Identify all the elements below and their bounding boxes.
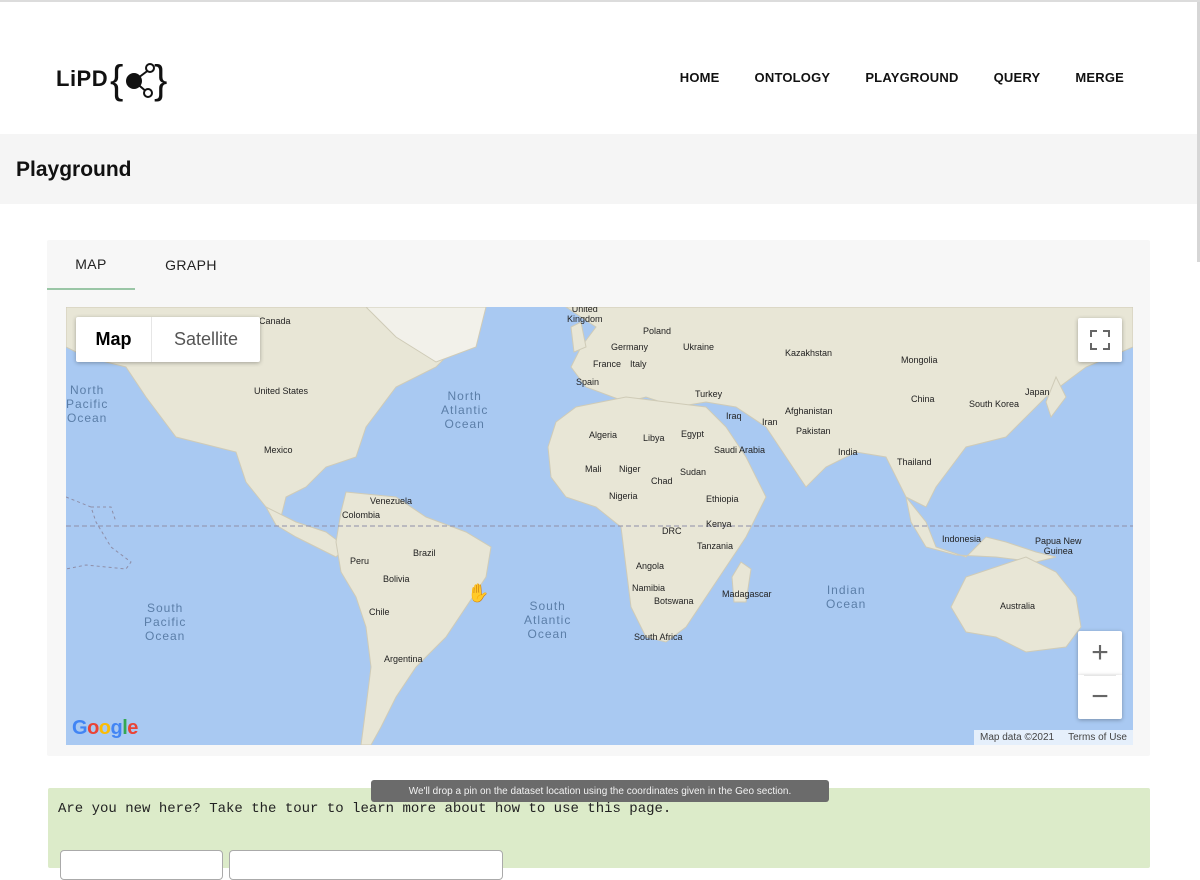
tab-map[interactable]: MAP — [47, 240, 135, 290]
label-venezuela: Venezuela — [370, 496, 413, 506]
label-poland: Poland — [643, 326, 672, 336]
svg-text:{: { — [110, 58, 123, 102]
label-india: India — [838, 447, 858, 457]
main-nav: HOME ONTOLOGY PLAYGROUND QUERY MERGE — [680, 70, 1124, 85]
label-italy: Italy — [630, 359, 647, 369]
label-turkey: Turkey — [695, 389, 723, 399]
label-papua-new-guinea: Papua New Guinea — [1035, 536, 1082, 556]
nav-playground[interactable]: PLAYGROUND — [865, 70, 958, 85]
nav-query[interactable]: QUERY — [994, 70, 1041, 85]
nav-merge[interactable]: MERGE — [1075, 70, 1124, 85]
label-tanzania: Tanzania — [697, 541, 734, 551]
google-logo[interactable]: Google — [72, 717, 138, 740]
label-angola: Angola — [636, 561, 665, 571]
tour-button-2[interactable] — [229, 850, 503, 880]
label-mongolia: Mongolia — [901, 355, 938, 365]
fullscreen-button[interactable] — [1078, 318, 1122, 362]
label-south-atlantic: South Atlantic Ocean — [524, 599, 572, 641]
label-bolivia: Bolivia — [383, 574, 410, 584]
label-iraq: Iraq — [726, 411, 742, 421]
label-japan: Japan — [1025, 387, 1050, 397]
label-united-states: United States — [254, 386, 309, 396]
logo-text: LiPD — [56, 66, 109, 91]
label-afghanistan: Afghanistan — [785, 406, 833, 416]
label-canada: Canada — [259, 316, 291, 326]
page-title-band: Playground — [0, 134, 1200, 204]
fullscreen-icon — [1090, 330, 1110, 350]
label-china: China — [911, 394, 935, 404]
label-united-kingdom: United Kingdom — [567, 307, 603, 324]
map-view-button[interactable]: Map — [76, 317, 152, 362]
world-map[interactable]: North Pacific Ocean North Atlantic Ocean… — [66, 307, 1133, 745]
label-thailand: Thailand — [897, 457, 932, 467]
molecule-braces-icon: { } — [110, 58, 167, 102]
label-iran: Iran — [762, 417, 778, 427]
label-nigeria: Nigeria — [609, 491, 638, 501]
playground-card: MAP GRAPH North Pacific Ocean North Atla… — [47, 240, 1150, 756]
satellite-view-button[interactable]: Satellite — [152, 317, 260, 362]
label-australia: Australia — [1000, 601, 1036, 611]
label-argentina: Argentina — [384, 654, 423, 664]
label-sudan: Sudan — [680, 467, 707, 477]
label-south-korea: South Korea — [969, 399, 1020, 409]
label-south-africa: South Africa — [634, 632, 683, 642]
label-south-pacific: South Pacific Ocean — [144, 601, 187, 643]
tour-button-1[interactable] — [60, 850, 223, 880]
label-madagascar: Madagascar — [722, 589, 772, 599]
label-kenya: Kenya — [706, 519, 732, 529]
map-data-label: Map data ©2021 — [980, 732, 1055, 743]
label-ethiopia: Ethiopia — [706, 494, 739, 504]
tab-graph[interactable]: GRAPH — [135, 240, 247, 290]
label-algeria: Algeria — [589, 430, 618, 440]
nav-ontology[interactable]: ONTOLOGY — [755, 70, 831, 85]
label-mali: Mali — [585, 464, 602, 474]
map-type-control: Map Satellite — [76, 317, 260, 362]
tour-text: Are you new here? Take the tour to learn… — [58, 801, 672, 817]
label-chad: Chad — [651, 476, 673, 486]
tab-bar: MAP GRAPH — [47, 240, 247, 290]
map-attribution: Map data ©2021 Terms of Use — [974, 730, 1133, 745]
zoom-divider — [1084, 675, 1116, 676]
label-kazakhstan: Kazakhstan — [785, 348, 833, 358]
label-chile: Chile — [369, 607, 390, 617]
site-header: LiPD { } HOME ONTOLOGY PLAYGROUND QUERY … — [0, 2, 1200, 134]
label-germany: Germany — [611, 342, 649, 352]
nav-home[interactable]: HOME — [680, 70, 720, 85]
label-drc: DRC — [662, 526, 682, 536]
label-niger: Niger — [619, 464, 641, 474]
label-pakistan: Pakistan — [796, 426, 831, 436]
label-saudi-arabia: Saudi Arabia — [714, 445, 766, 455]
zoom-in-button[interactable]: + — [1078, 631, 1122, 675]
label-north-pacific: North Pacific Ocean — [66, 383, 109, 425]
tour-tooltip: We'll drop a pin on the dataset location… — [371, 780, 829, 802]
label-north-atlantic: North Atlantic Ocean — [441, 389, 489, 431]
label-botswana: Botswana — [654, 596, 694, 606]
svg-text:}: } — [154, 58, 167, 102]
label-brazil: Brazil — [413, 548, 436, 558]
label-egypt: Egypt — [681, 429, 705, 439]
label-colombia: Colombia — [342, 510, 381, 520]
hand-cursor-icon: ✋ — [467, 583, 490, 603]
label-indonesia: Indonesia — [942, 534, 982, 544]
label-libya: Libya — [643, 433, 665, 443]
label-namibia: Namibia — [632, 583, 666, 593]
label-mexico: Mexico — [264, 445, 293, 455]
label-indian-ocean: Indian Ocean — [826, 583, 867, 611]
label-spain: Spain — [576, 377, 600, 387]
label-peru: Peru — [350, 556, 370, 566]
zoom-out-button[interactable]: − — [1078, 675, 1122, 719]
world-map-land — [66, 307, 1133, 745]
label-ukraine: Ukraine — [683, 342, 715, 352]
lipd-logo[interactable]: LiPD { } — [56, 54, 172, 104]
label-france: France — [593, 359, 622, 369]
terms-of-use-link[interactable]: Terms of Use — [1068, 732, 1127, 743]
page-title: Playground — [16, 158, 132, 181]
